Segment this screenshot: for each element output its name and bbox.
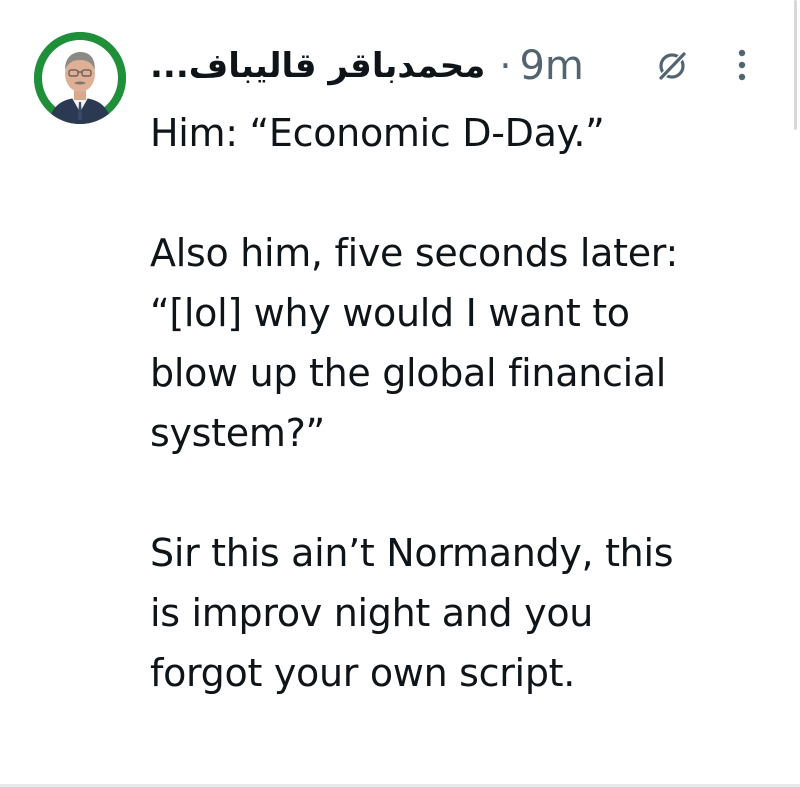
tweet-card[interactable]: محمدباقر قالیباف... · 9m Him: “Economic … <box>0 0 800 787</box>
body-line: Sir this ain’t Normandy, this <box>150 531 674 575</box>
body-line: Him: “Economic D-Day.” <box>150 111 605 155</box>
tweet-body: Him: “Economic D-Day.” Also him, five se… <box>150 103 790 703</box>
author-display-name[interactable]: محمدباقر قالیباف... <box>150 46 485 86</box>
body-line: blow up the global financial <box>150 351 667 395</box>
body-line: “[lol] why would I want to <box>150 291 630 335</box>
author-avatar[interactable] <box>34 32 126 124</box>
body-line: system?” <box>150 411 325 455</box>
grok-icon[interactable] <box>654 48 690 84</box>
body-line: Also him, five seconds later: <box>150 231 678 275</box>
body-line: is improv night and you <box>150 591 594 635</box>
body-line: forgot your own script. <box>150 651 576 695</box>
tweet-timestamp[interactable]: 9m <box>519 43 583 89</box>
header-separator: · <box>499 44 512 88</box>
scroll-edge <box>794 0 797 130</box>
more-vertical-icon[interactable] <box>735 46 749 86</box>
profile-photo-icon <box>34 32 126 124</box>
tweet-header: محمدباقر قالیباف... · 9m <box>150 38 584 94</box>
